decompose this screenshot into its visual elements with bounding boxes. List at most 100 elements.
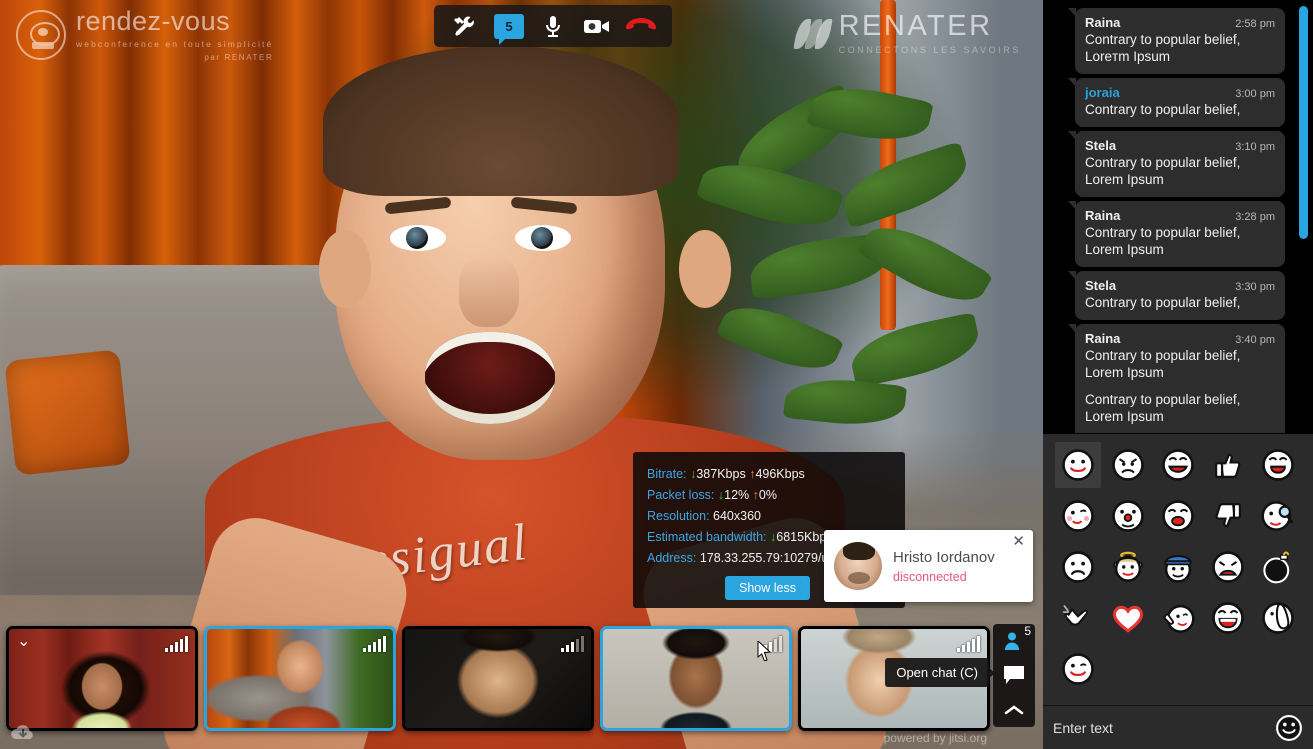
settings-button[interactable]: [446, 10, 484, 42]
angel-emoji[interactable]: [1105, 544, 1151, 590]
signal-strength-icon: [165, 636, 188, 652]
avatar: [834, 542, 882, 590]
grin-emoji[interactable]: [1205, 595, 1251, 641]
stat-label: Address:: [647, 551, 697, 565]
tools-icon: [454, 16, 474, 36]
stat-label: Resolution:: [647, 509, 710, 523]
stat-value: 178.33.255.79:10279/udp: [699, 551, 843, 565]
collapse-filmstrip-button[interactable]: [993, 694, 1035, 726]
decor-pillow: [4, 349, 131, 476]
emoji-picker: [1043, 434, 1313, 705]
kiss-emoji[interactable]: [1155, 493, 1201, 539]
participants-button[interactable]: 5: [993, 624, 1035, 657]
message-body: Contrary to popular belief, Lorem Ipsum: [1085, 348, 1241, 380]
disconnect-notification: Hristo Iordanov disconnected ✕: [824, 530, 1033, 602]
brand-name: rendez-vous: [76, 6, 231, 36]
chevron-down-icon[interactable]: ⌄: [17, 634, 30, 650]
renater-mark-icon: [792, 18, 833, 50]
chat-unread-badge: 5: [494, 13, 524, 45]
smiley-face-icon[interactable]: [1275, 714, 1303, 742]
stat-row-packet-loss: Packet loss: ↓12% ↑0%: [647, 485, 891, 506]
stat-down-value: 387Kbps: [696, 467, 746, 481]
message-body: Contrary to popular belief, Lorem Ipsum: [1085, 392, 1241, 424]
stat-row-bitrate: Bitrate: ↓387Kbps ↑496Kbps: [647, 464, 891, 485]
signal-strength-icon: [561, 636, 584, 652]
wink-emoji[interactable]: [1055, 646, 1101, 692]
brand-tagline: webconference en toute simplicité: [76, 39, 274, 49]
tongue-out-emoji[interactable]: [1255, 442, 1301, 488]
chat-message: joraia 3:00 pm Contrary to popular belie…: [1068, 78, 1285, 127]
message-time: 3:30 pm: [1235, 281, 1275, 293]
person-icon: [1005, 632, 1019, 651]
microphone-button[interactable]: [534, 10, 572, 42]
facepalm-emoji[interactable]: [1255, 595, 1301, 641]
message-body: Contrary to popular belief,: [1085, 102, 1241, 117]
sponsor-tagline: CONNECTONS LES SAVOIRS: [838, 45, 1021, 55]
sad-emoji[interactable]: [1105, 442, 1151, 488]
participant-thumbnail-2[interactable]: [204, 626, 396, 731]
stat-up-value: 0%: [758, 488, 777, 502]
hangup-button[interactable]: [622, 10, 660, 42]
stat-down-value: 12%: [724, 488, 750, 502]
bomb-emoji[interactable]: [1255, 544, 1301, 590]
open-chat-button[interactable]: [993, 659, 1035, 691]
chat-text-input[interactable]: [1053, 719, 1275, 736]
rendezvous-logo: rendez-vous webconference en toute simpl…: [16, 8, 273, 62]
stat-label: Packet loss:: [647, 488, 715, 502]
stat-up-value: 496Kbps: [755, 467, 805, 481]
chat-scrollbar[interactable]: [1299, 6, 1308, 239]
blush-emoji[interactable]: [1055, 493, 1101, 539]
chat-message-list[interactable]: Raina 2:58 pm Contrary to popular belief…: [1043, 0, 1313, 433]
renater-logo: RENATER CONNECTONS LES SAVOIRS: [792, 12, 1021, 55]
participant-thumbnail-3[interactable]: [402, 626, 594, 731]
chat-input-bar: [1043, 705, 1313, 749]
laugh-emoji[interactable]: [1155, 442, 1201, 488]
message-time: 2:58 pm: [1235, 18, 1275, 30]
police-emoji[interactable]: [1155, 544, 1201, 590]
message-body: Contrary to popular belief, Lorem Ipsum: [1085, 155, 1241, 187]
clown-emoji[interactable]: [1105, 493, 1151, 539]
webcam-icon: [16, 10, 66, 60]
message-sender: Raina: [1085, 15, 1121, 30]
download-cloud-icon[interactable]: [10, 721, 36, 743]
message-time: 3:00 pm: [1235, 88, 1275, 100]
signal-strength-icon: [363, 636, 386, 652]
message-sender: Raina: [1085, 208, 1121, 223]
message-body: Contrary to popular belief, Loreтm Ipsum: [1085, 32, 1241, 64]
clap-emoji[interactable]: [1055, 595, 1101, 641]
open-chat-tooltip: Open chat (C): [885, 658, 995, 687]
participant-thumbnail-1[interactable]: ⌄: [6, 626, 198, 731]
stat-label: Bitrate:: [647, 467, 687, 481]
detective-emoji[interactable]: [1255, 493, 1301, 539]
cry-emoji[interactable]: [1205, 544, 1251, 590]
show-less-button[interactable]: Show less: [725, 576, 810, 600]
hangup-phone-icon: [625, 18, 657, 30]
wave-emoji[interactable]: [1155, 595, 1201, 641]
frown-emoji[interactable]: [1055, 544, 1101, 590]
chat-bubble-icon: [1004, 666, 1024, 685]
stat-row-resolution: Resolution: 640x360: [647, 506, 891, 527]
chat-message: Stela 3:10 pm Contrary to popular belief…: [1068, 131, 1285, 197]
chat-message: Raina 3:40 pm Contrary to popular belief…: [1068, 324, 1285, 433]
message-time: 3:10 pm: [1235, 141, 1275, 153]
participants-count: 5: [1024, 624, 1031, 639]
chat-message: Stela 3:30 pm Contrary to popular belief…: [1068, 271, 1285, 320]
close-icon[interactable]: ✕: [1012, 534, 1025, 549]
chat-message: Raina 2:58 pm Contrary to popular belief…: [1068, 8, 1285, 74]
message-time: 3:40 pm: [1235, 334, 1275, 346]
chat-unread-count: 5: [505, 18, 513, 34]
heart-emoji[interactable]: [1105, 595, 1151, 641]
camera-button[interactable]: [578, 10, 616, 42]
smile-emoji[interactable]: [1055, 442, 1101, 488]
message-body: Contrary to popular belief, Lorem Ipsum: [1085, 225, 1241, 257]
call-toolbar: 5: [434, 5, 672, 47]
thumbs-up-emoji[interactable]: [1205, 442, 1251, 488]
filmstrip-controls: 5: [993, 624, 1035, 727]
thumbs-down-emoji[interactable]: [1205, 493, 1251, 539]
chat-toggle-button[interactable]: 5: [490, 10, 528, 45]
message-time: 3:28 pm: [1235, 211, 1275, 223]
stat-label: Estimated bandwidth:: [647, 530, 767, 544]
main-video-stage[interactable]: Desigual rendez-vous webconference en to…: [0, 0, 1043, 749]
participant-thumbnail-4[interactable]: [600, 626, 792, 731]
message-sender: Raina: [1085, 331, 1121, 346]
